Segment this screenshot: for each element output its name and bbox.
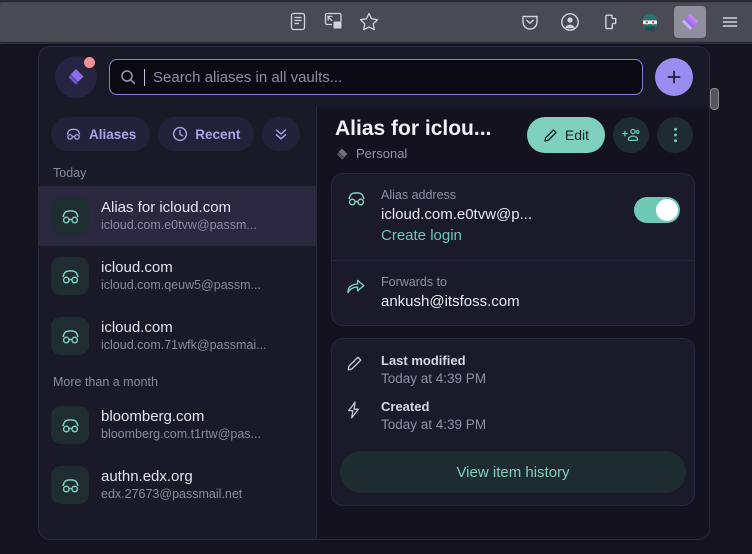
last-modified-body: Last modified Today at 4:39 PM: [381, 352, 680, 388]
add-item-button[interactable]: [655, 58, 693, 96]
browser-toolbar-buttons: [514, 6, 746, 38]
alias-mask-icon: [346, 187, 368, 212]
list-item[interactable]: Alias for icloud.com icloud.com.e0tvw@pa…: [39, 186, 316, 246]
search-icon: [120, 69, 136, 85]
url-bar-icons: [288, 10, 380, 32]
proton-pass-popup: Search aliases in all vaults... Aliases …: [38, 46, 710, 540]
popup-header: Search aliases in all vaults...: [39, 47, 709, 107]
notification-dot: [84, 57, 95, 68]
created-value: Today at 4:39 PM: [381, 417, 487, 432]
alias-address-label: Alias address: [381, 188, 457, 202]
list-item-title: Alias for icloud.com: [101, 199, 232, 216]
forwards-to-row: Forwards to ankush@itsfoss.com: [332, 260, 694, 325]
more-vertical-icon[interactable]: [657, 117, 693, 153]
vault-name: Personal: [356, 146, 408, 161]
list-item[interactable]: icloud.com icloud.com.71wfk@passmai...: [39, 306, 316, 366]
pencil-icon: [543, 128, 558, 143]
last-modified-label: Last modified: [381, 353, 466, 368]
extensions-icon[interactable]: [594, 6, 626, 38]
group-label-more-than-a-month: More than a month: [53, 375, 158, 389]
proton-pass-extension-icon[interactable]: [674, 6, 706, 38]
app-menu-icon[interactable]: [714, 6, 746, 38]
double-chevron-down-icon[interactable]: [262, 117, 301, 151]
alias-enabled-toggle[interactable]: [634, 197, 680, 223]
share-add-user-icon[interactable]: [613, 117, 649, 153]
list-item-title: icloud.com: [101, 259, 173, 276]
alias-mask-icon: [51, 317, 89, 355]
detail-title-block: Alias for iclou... Personal: [335, 117, 491, 161]
alias-card: Alias address icloud.com.e0tvw@p... Crea…: [331, 173, 695, 326]
search-placeholder: Search aliases in all vaults...: [153, 68, 343, 86]
forwards-to-label: Forwards to: [381, 275, 447, 289]
page-scrollbar-thumb[interactable]: [710, 88, 719, 110]
alias-mask-icon: [51, 257, 89, 295]
browser-toolbar: [0, 0, 752, 44]
list-item-title: icloud.com: [101, 319, 173, 336]
view-item-history-label: View item history: [456, 463, 570, 481]
created-row: Created Today at 4:39 PM: [332, 394, 694, 447]
forwards-to-body[interactable]: Forwards to ankush@itsfoss.com: [381, 274, 680, 312]
alias-mask-icon: [51, 466, 89, 504]
vault-badge: Personal: [335, 146, 491, 161]
pencil-icon: [346, 352, 368, 377]
list-item-subtitle: icloud.com.e0tvw@passm...: [101, 218, 257, 232]
chrome-top-divider: [0, 0, 752, 2]
reader-view-icon[interactable]: [288, 10, 308, 32]
clock-icon: [172, 126, 188, 142]
create-login-link[interactable]: Create login: [381, 225, 621, 247]
list-item[interactable]: authn.edx.org edx.27673@passmail.net: [39, 455, 316, 515]
detail-header: Alias for iclou... Personal Edit: [331, 107, 695, 173]
alias-address-body[interactable]: Alias address icloud.com.e0tvw@p... Crea…: [381, 187, 621, 247]
list-item-subtitle: icloud.com.71wfk@passmai...: [101, 338, 267, 352]
lightning-bolt-icon: [346, 398, 368, 424]
metadata-card: Last modified Today at 4:39 PM Created T…: [331, 338, 695, 506]
list-item-title: authn.edx.org: [101, 468, 193, 485]
group-label-today: Today: [53, 166, 87, 180]
alias-address-row: Alias address icloud.com.e0tvw@p... Crea…: [332, 174, 694, 260]
page-title: Alias for iclou...: [335, 117, 492, 140]
chrome-bottom-divider: [0, 42, 752, 44]
alias-mask-icon: [51, 197, 89, 235]
alias-mask-icon: [51, 406, 89, 444]
search-input[interactable]: Search aliases in all vaults...: [109, 59, 643, 95]
item-list-panel: Aliases Recent Today Alias for icloud.co…: [39, 107, 317, 539]
filter-aliases[interactable]: Aliases: [51, 117, 151, 151]
list-item-subtitle: icloud.com.qeuw5@passm...: [101, 278, 261, 292]
forward-arrow-icon: [346, 274, 368, 300]
popup-body: Aliases Recent Today Alias for icloud.co…: [39, 107, 709, 539]
pocket-icon[interactable]: [514, 6, 546, 38]
filter-recent-label: Recent: [195, 126, 241, 142]
account-icon[interactable]: [554, 6, 586, 38]
bookmark-star-icon[interactable]: [358, 10, 380, 32]
edit-button-label: Edit: [564, 127, 589, 143]
alias-address-value: icloud.com.e0tvw@p...: [381, 206, 533, 223]
filter-recent[interactable]: Recent: [158, 117, 255, 151]
list-item[interactable]: bloomberg.com bloomberg.com.t1rtw@pas...: [39, 395, 316, 455]
view-item-history-button[interactable]: View item history: [340, 451, 686, 493]
filter-aliases-label: Aliases: [89, 126, 137, 142]
last-modified-row: Last modified Today at 4:39 PM: [332, 339, 694, 394]
created-label: Created: [381, 399, 430, 414]
toggle-knob: [656, 199, 678, 221]
incognito-mask-icon: [65, 127, 82, 141]
forwards-to-value: ankush@itsfoss.com: [381, 293, 520, 310]
filter-bar: Aliases Recent: [39, 107, 316, 157]
item-detail-panel: Alias for iclou... Personal Edit Alias a…: [317, 107, 709, 539]
created-body: Created Today at 4:39 PM: [381, 398, 680, 434]
proton-pass-logo[interactable]: [55, 56, 97, 98]
list-item-subtitle: bloomberg.com.t1rtw@pas...: [101, 427, 261, 441]
vault-icon: [335, 147, 349, 161]
detail-actions: Edit: [526, 117, 693, 153]
picture-in-picture-icon[interactable]: [322, 10, 344, 32]
list-item[interactable]: icloud.com icloud.com.qeuw5@passm...: [39, 246, 316, 306]
last-modified-value: Today at 4:39 PM: [381, 371, 487, 386]
list-item-title: bloomberg.com: [101, 408, 205, 425]
bitwarden-extension-icon[interactable]: [634, 6, 666, 38]
edit-button[interactable]: Edit: [526, 117, 605, 153]
list-item-subtitle: edx.27673@passmail.net: [101, 487, 243, 501]
text-caret: [144, 68, 145, 86]
